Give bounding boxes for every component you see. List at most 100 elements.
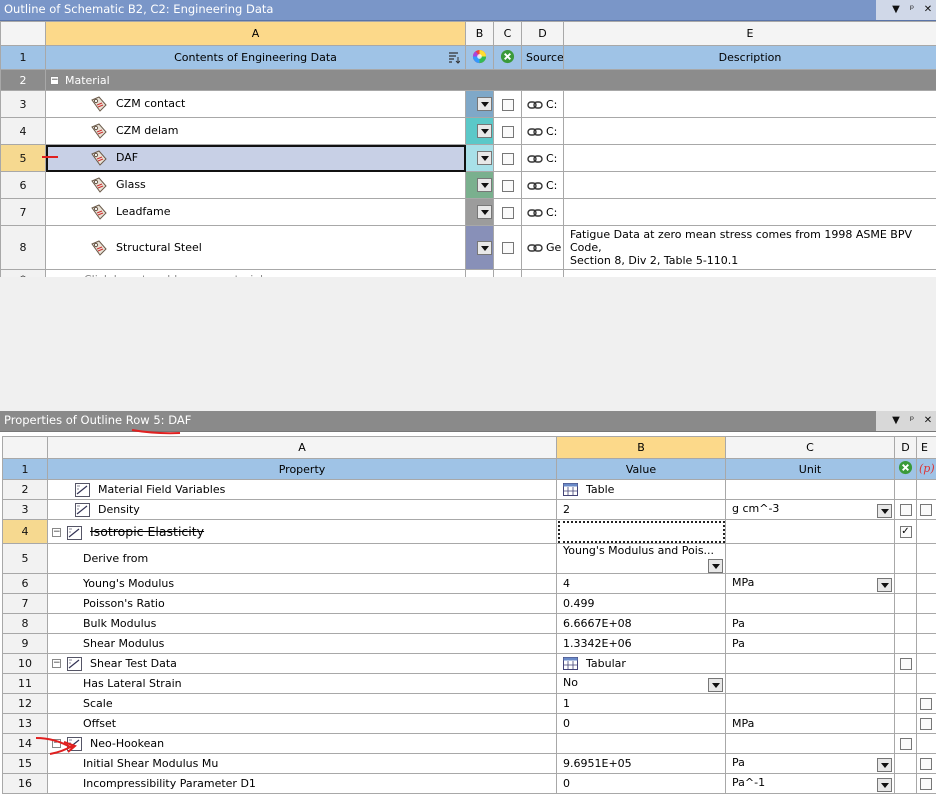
color-dropdown[interactable] xyxy=(477,178,492,192)
property-name-cell[interactable]: Poisson's Ratio xyxy=(48,594,557,614)
col-header-b[interactable]: B xyxy=(557,437,726,459)
color-dropdown[interactable] xyxy=(477,241,492,255)
property-row[interactable]: 8 Bulk Modulus 6.6667E+08 Pa xyxy=(3,614,936,634)
description-cell[interactable] xyxy=(564,172,936,199)
property-unit-cell[interactable]: Pa xyxy=(726,634,895,654)
material-color-cell[interactable] xyxy=(466,145,494,172)
collapse-icon[interactable]: − xyxy=(52,528,61,537)
color-dropdown[interactable] xyxy=(477,124,492,138)
description-header[interactable]: Description xyxy=(564,46,936,70)
suppress-checkbox[interactable] xyxy=(900,738,912,750)
property-name-cell[interactable]: Has Lateral Strain xyxy=(48,674,557,694)
unit-dropdown[interactable] xyxy=(877,504,892,518)
description-cell[interactable] xyxy=(564,145,936,172)
material-name-cell[interactable]: DAF xyxy=(46,145,466,172)
suppress-checkbox[interactable] xyxy=(502,153,514,165)
property-value-cell[interactable]: Young's Modulus and Pois... xyxy=(557,544,726,574)
col-header-e[interactable]: E xyxy=(564,22,936,46)
col-header-a[interactable]: A xyxy=(48,437,557,459)
property-row[interactable]: 4 −Isotropic Elasticity ✓ xyxy=(3,520,936,544)
property-name-cell[interactable]: Incompressibility Parameter D1 xyxy=(48,774,557,794)
description-cell[interactable] xyxy=(564,199,936,226)
property-value-cell[interactable]: 6.6667E+08 xyxy=(557,614,726,634)
property-row[interactable]: 5 Derive from Young's Modulus and Pois..… xyxy=(3,544,936,574)
material-name-cell[interactable]: CZM contact xyxy=(46,91,466,118)
value-header[interactable]: Value xyxy=(557,459,726,480)
property-value-cell[interactable]: 0 xyxy=(557,774,726,794)
property-name-cell[interactable]: Bulk Modulus xyxy=(48,614,557,634)
collapse-icon[interactable]: − xyxy=(52,659,61,668)
material-color-cell[interactable] xyxy=(466,91,494,118)
source-cell[interactable]: C: xyxy=(522,91,564,118)
material-name-cell[interactable]: Leadfame xyxy=(46,199,466,226)
color-dropdown[interactable] xyxy=(477,151,492,165)
pin-icon[interactable]: ᵖ xyxy=(906,414,918,427)
property-name-cell[interactable]: Young's Modulus xyxy=(48,574,557,594)
suppress-checkbox[interactable] xyxy=(502,126,514,138)
property-value-cell[interactable]: 4 xyxy=(557,574,726,594)
color-dropdown[interactable] xyxy=(477,97,492,111)
col-header-e[interactable]: E xyxy=(917,437,936,459)
pin-icon[interactable]: ᵖ xyxy=(906,3,918,16)
material-name-cell[interactable]: Glass xyxy=(46,172,466,199)
property-unit-cell[interactable] xyxy=(726,520,895,544)
property-unit-cell[interactable]: Pa^-1 xyxy=(726,774,895,794)
property-name-cell[interactable]: −Neo-Hookean xyxy=(48,734,557,754)
unit-dropdown[interactable] xyxy=(877,778,892,792)
property-row[interactable]: 9 Shear Modulus 1.3342E+06 Pa xyxy=(3,634,936,654)
material-color-cell[interactable] xyxy=(466,199,494,226)
property-value-cell[interactable] xyxy=(557,734,726,754)
material-row[interactable]: 7 Leadfame C: xyxy=(1,199,936,226)
material-color-cell[interactable] xyxy=(466,118,494,145)
property-name-cell[interactable]: Shear Modulus xyxy=(48,634,557,654)
source-cell[interactable]: C: xyxy=(522,199,564,226)
property-row[interactable]: 15 Initial Shear Modulus Mu 9.6951E+05 P… xyxy=(3,754,936,774)
property-value-cell[interactable]: 2 xyxy=(557,500,726,520)
property-row[interactable]: 11 Has Lateral Strain No xyxy=(3,674,936,694)
col-header-d[interactable]: D xyxy=(522,22,564,46)
property-unit-cell[interactable]: Pa xyxy=(726,614,895,634)
property-value-cell[interactable]: Table xyxy=(557,480,726,500)
property-row[interactable]: 12 Scale 1 xyxy=(3,694,936,714)
property-unit-cell[interactable]: g cm^-3 xyxy=(726,500,895,520)
col-header-d[interactable]: D xyxy=(895,437,917,459)
property-value-cell[interactable]: 0.499 xyxy=(557,594,726,614)
property-row[interactable]: 10 −Shear Test Data Tabular xyxy=(3,654,936,674)
property-name-cell[interactable]: −Shear Test Data xyxy=(48,654,557,674)
parameter-checkbox[interactable] xyxy=(920,718,932,730)
property-value-cell[interactable]: Tabular xyxy=(557,654,726,674)
property-name-cell[interactable]: Initial Shear Modulus Mu xyxy=(48,754,557,774)
close-icon[interactable]: ✕ xyxy=(922,414,934,427)
property-header[interactable]: Property xyxy=(48,459,557,480)
source-cell[interactable]: Ge xyxy=(522,226,564,270)
color-header[interactable] xyxy=(466,46,494,70)
material-name-cell[interactable]: Structural Steel xyxy=(46,226,466,270)
property-unit-cell[interactable] xyxy=(726,734,895,754)
value-dropdown[interactable] xyxy=(708,559,723,573)
col-header-a[interactable]: A xyxy=(46,22,466,46)
material-color-cell[interactable] xyxy=(466,172,494,199)
property-unit-cell[interactable] xyxy=(726,544,895,574)
color-dropdown[interactable] xyxy=(477,205,492,219)
property-unit-cell[interactable] xyxy=(726,480,895,500)
parameter-checkbox[interactable] xyxy=(920,698,932,710)
property-unit-cell[interactable]: MPa xyxy=(726,574,895,594)
suppress-checkbox[interactable] xyxy=(502,207,514,219)
parameter-checkbox[interactable] xyxy=(920,504,932,516)
property-name-cell[interactable]: Material Field Variables xyxy=(48,480,557,500)
material-category-row[interactable]: −Material xyxy=(46,70,936,91)
unit-dropdown[interactable] xyxy=(877,758,892,772)
property-name-cell[interactable]: Derive from xyxy=(48,544,557,574)
property-unit-cell[interactable] xyxy=(726,694,895,714)
suppress-checkbox[interactable] xyxy=(502,180,514,192)
panel-menu-icon[interactable]: ▼ xyxy=(890,3,902,16)
material-name-cell[interactable]: CZM delam xyxy=(46,118,466,145)
unit-dropdown[interactable] xyxy=(877,578,892,592)
description-cell[interactable] xyxy=(564,118,936,145)
suppress-checkbox[interactable] xyxy=(502,99,514,111)
material-color-cell[interactable] xyxy=(466,226,494,270)
material-row[interactable]: 6 Glass C: xyxy=(1,172,936,199)
unit-header[interactable]: Unit xyxy=(726,459,895,480)
parameter-checkbox[interactable] xyxy=(920,758,932,770)
description-cell[interactable] xyxy=(564,91,936,118)
